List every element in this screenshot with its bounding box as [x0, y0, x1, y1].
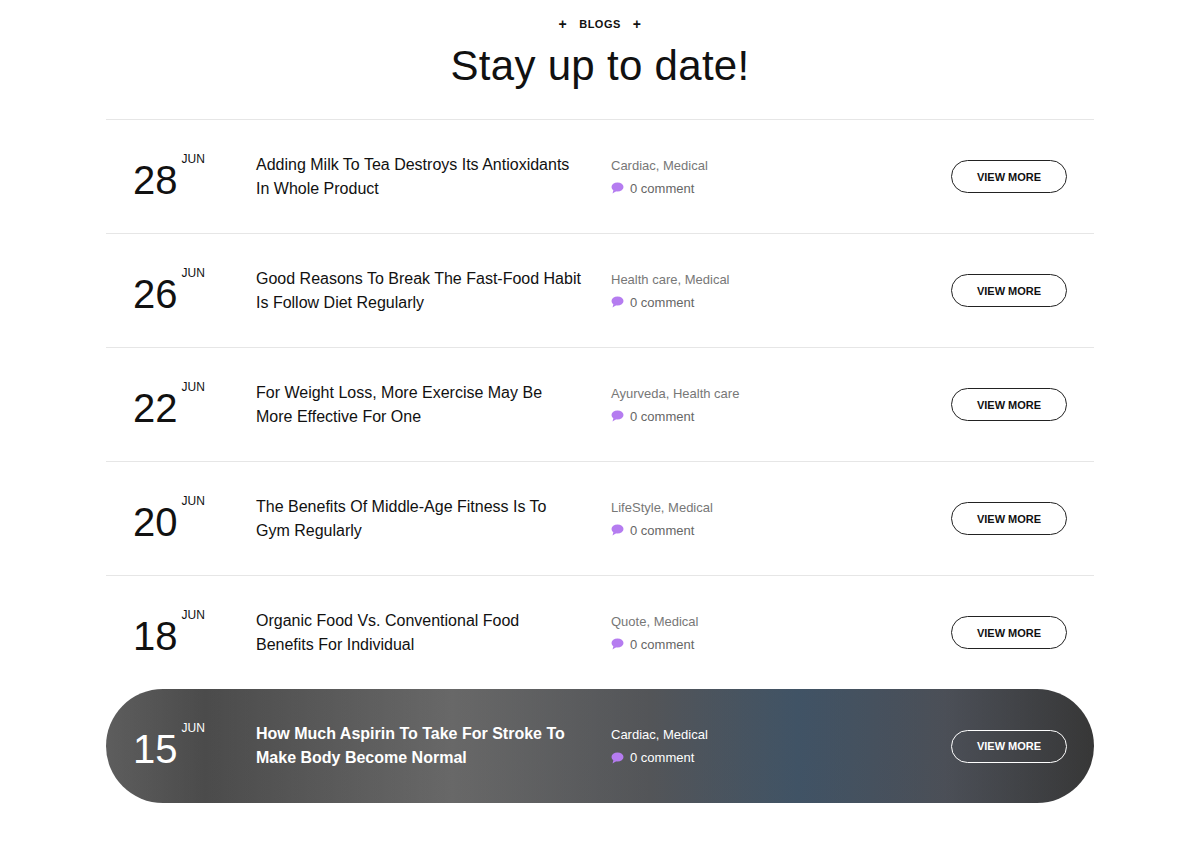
post-month: JUN: [182, 380, 205, 394]
comment-icon: [611, 182, 624, 194]
view-more-button[interactable]: VIEW MORE: [951, 274, 1067, 307]
view-more-button[interactable]: VIEW MORE: [951, 388, 1067, 421]
post-date: 15 JUN: [133, 723, 256, 769]
blog-row[interactable]: 18 JUN Organic Food Vs. Conventional Foo…: [106, 575, 1094, 689]
comment-icon: [611, 410, 624, 422]
post-date: 28 JUN: [133, 154, 256, 200]
post-month: JUN: [182, 494, 205, 508]
blog-section: + BLOGS + Stay up to date! 28 JUN Adding…: [0, 0, 1200, 803]
post-day: 22: [133, 388, 178, 428]
post-date: 18 JUN: [133, 610, 256, 656]
post-month: JUN: [182, 152, 205, 166]
post-categories[interactable]: LifeStyle, Medical: [611, 499, 951, 516]
post-categories[interactable]: Ayurveda, Health care: [611, 385, 951, 402]
post-date: 22 JUN: [133, 382, 256, 428]
plus-icon: +: [633, 16, 642, 32]
blog-list: 28 JUN Adding Milk To Tea Destroys Its A…: [106, 119, 1094, 803]
post-meta: Quote, Medical 0 comment: [611, 613, 951, 653]
comment-icon: [611, 638, 624, 650]
post-comments[interactable]: 0 comment: [611, 522, 951, 539]
post-meta: Cardiac, Medical 0 comment: [611, 726, 951, 766]
post-categories[interactable]: Quote, Medical: [611, 613, 951, 630]
comment-count: 0 comment: [630, 749, 694, 766]
post-meta: Health care, Medical 0 comment: [611, 271, 951, 311]
post-month: JUN: [182, 721, 205, 735]
comment-count: 0 comment: [630, 522, 694, 539]
comment-count: 0 comment: [630, 636, 694, 653]
post-title[interactable]: The Benefits Of Middle-Age Fitness Is To…: [256, 495, 611, 543]
comment-icon: [611, 752, 624, 764]
view-more-button[interactable]: VIEW MORE: [951, 730, 1067, 763]
post-comments[interactable]: 0 comment: [611, 294, 951, 311]
comment-count: 0 comment: [630, 408, 694, 425]
section-heading: Stay up to date!: [0, 41, 1200, 91]
post-title[interactable]: How Much Aspirin To Take For Stroke To M…: [256, 722, 611, 770]
post-day: 28: [133, 160, 178, 200]
post-comments[interactable]: 0 comment: [611, 636, 951, 653]
post-day: 26: [133, 274, 178, 314]
post-day: 20: [133, 502, 178, 542]
post-title[interactable]: For Weight Loss, More Exercise May Be Mo…: [256, 381, 611, 429]
view-more-button[interactable]: VIEW MORE: [951, 502, 1067, 535]
post-date: 20 JUN: [133, 496, 256, 542]
post-categories[interactable]: Cardiac, Medical: [611, 726, 951, 743]
comment-icon: [611, 524, 624, 536]
post-comments[interactable]: 0 comment: [611, 749, 951, 766]
post-comments[interactable]: 0 comment: [611, 408, 951, 425]
section-label: + BLOGS +: [0, 16, 1200, 32]
post-title[interactable]: Organic Food Vs. Conventional Food Benef…: [256, 609, 611, 657]
post-day: 18: [133, 616, 178, 656]
post-month: JUN: [182, 266, 205, 280]
comment-count: 0 comment: [630, 180, 694, 197]
section-label-text: BLOGS: [579, 16, 621, 32]
view-more-button[interactable]: VIEW MORE: [951, 160, 1067, 193]
plus-icon: +: [559, 16, 568, 32]
post-meta: Cardiac, Medical 0 comment: [611, 157, 951, 197]
post-categories[interactable]: Health care, Medical: [611, 271, 951, 288]
post-date: 26 JUN: [133, 268, 256, 314]
post-day: 15: [133, 729, 178, 769]
blog-row[interactable]: 28 JUN Adding Milk To Tea Destroys Its A…: [106, 119, 1094, 233]
post-month: JUN: [182, 608, 205, 622]
blog-row[interactable]: 22 JUN For Weight Loss, More Exercise Ma…: [106, 347, 1094, 461]
blog-row[interactable]: 20 JUN The Benefits Of Middle-Age Fitnes…: [106, 461, 1094, 575]
blog-row[interactable]: 15 JUN How Much Aspirin To Take For Stro…: [106, 689, 1094, 803]
blog-row[interactable]: 26 JUN Good Reasons To Break The Fast-Fo…: [106, 233, 1094, 347]
comment-icon: [611, 296, 624, 308]
post-categories[interactable]: Cardiac, Medical: [611, 157, 951, 174]
post-comments[interactable]: 0 comment: [611, 180, 951, 197]
view-more-button[interactable]: VIEW MORE: [951, 616, 1067, 649]
post-title[interactable]: Good Reasons To Break The Fast-Food Habi…: [256, 267, 611, 315]
comment-count: 0 comment: [630, 294, 694, 311]
post-meta: LifeStyle, Medical 0 comment: [611, 499, 951, 539]
post-title[interactable]: Adding Milk To Tea Destroys Its Antioxid…: [256, 153, 611, 201]
post-meta: Ayurveda, Health care 0 comment: [611, 385, 951, 425]
